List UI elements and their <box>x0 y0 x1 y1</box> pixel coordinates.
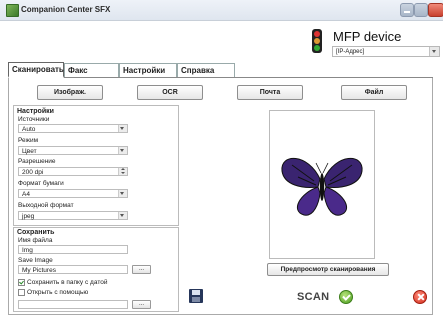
spinner-arrows-icon[interactable] <box>118 168 127 175</box>
open-with-browse-button[interactable]: ... <box>132 300 151 309</box>
mode-label: Режим <box>18 137 39 144</box>
date-folder-label: Сохранить в папку с датой <box>27 279 108 286</box>
minimize-button[interactable] <box>400 3 414 17</box>
save-image-label: Save Image <box>18 257 53 264</box>
scan-preview <box>269 110 375 259</box>
paper-label: Формат бумаги <box>18 180 64 187</box>
cancel-icon[interactable] <box>413 290 427 304</box>
resolution-label: Разрешение <box>18 158 56 165</box>
paper-select[interactable]: A4 <box>18 189 128 198</box>
source-value: Auto <box>22 126 36 133</box>
ocr-mode-button[interactable]: OCR <box>137 85 203 100</box>
tab-scan[interactable]: Сканировать <box>8 62 64 78</box>
save-image-path[interactable]: My Pictures <box>18 265 128 274</box>
preview-scan-button[interactable]: Предпросмотр сканирования <box>267 263 389 276</box>
date-folder-checkbox[interactable] <box>18 279 25 286</box>
resolution-value: 200 dpi <box>22 169 44 176</box>
device-header: MFP device [IP-Адрес] <box>0 21 443 61</box>
scan-label: SCAN <box>297 291 330 303</box>
tab-settings[interactable]: Настройки <box>119 63 177 77</box>
output-format-label: Выходной формат <box>18 202 74 209</box>
output-format-value: jpeg <box>22 213 35 220</box>
maximize-button[interactable] <box>414 3 428 17</box>
output-format-select[interactable]: jpeg <box>18 211 128 220</box>
close-button[interactable] <box>428 3 443 17</box>
save-panel: Сохранить Имя файла Img Save Image My Pi… <box>13 227 179 312</box>
save-image-value: My Pictures <box>22 267 56 274</box>
mail-mode-button[interactable]: Почта <box>237 85 303 100</box>
device-address-select[interactable]: [IP-Адрес] <box>332 46 440 57</box>
filename-label: Имя файла <box>18 237 53 244</box>
resolution-spinner[interactable]: 200 dpi <box>18 167 128 176</box>
app-icon <box>6 4 19 17</box>
title-bar: Companion Center SFX <box>0 0 443 21</box>
paper-value: A4 <box>22 191 30 198</box>
device-status-icon <box>312 29 322 53</box>
device-name: MFP device <box>333 29 402 44</box>
settings-title: Настройки <box>17 108 54 115</box>
open-with-input[interactable] <box>18 300 128 309</box>
source-select[interactable]: Auto <box>18 124 128 133</box>
open-with-label: Открыть с помощью <box>27 289 89 296</box>
mode-value: Цвет <box>22 148 37 155</box>
image-mode-button[interactable]: Изображ. <box>37 85 103 100</box>
chevron-down-icon[interactable] <box>118 147 127 154</box>
source-label: Источники <box>18 116 50 123</box>
filename-value: Img <box>22 247 33 254</box>
tab-help[interactable]: Справка <box>177 63 235 77</box>
chevron-down-icon[interactable] <box>118 190 127 197</box>
chevron-down-icon[interactable] <box>118 212 127 219</box>
open-with-checkbox[interactable] <box>18 289 25 296</box>
tab-fax[interactable]: Факс <box>64 63 119 77</box>
chevron-down-icon[interactable] <box>118 125 127 132</box>
filename-input[interactable]: Img <box>18 245 128 254</box>
scan-start-icon[interactable] <box>339 290 353 304</box>
device-address-value: [IP-Адрес] <box>336 49 365 55</box>
save-image-browse-button[interactable]: ... <box>132 265 151 274</box>
save-title: Сохранить <box>17 229 55 236</box>
butterfly-image <box>281 157 363 216</box>
window-title: Companion Center SFX <box>21 5 111 14</box>
settings-panel: Настройки Источники Auto Режим Цвет Разр… <box>13 105 179 226</box>
save-disk-icon[interactable] <box>189 289 203 303</box>
file-mode-button[interactable]: Файл <box>341 85 407 100</box>
mode-select[interactable]: Цвет <box>18 146 128 155</box>
chevron-down-icon[interactable] <box>429 47 439 56</box>
